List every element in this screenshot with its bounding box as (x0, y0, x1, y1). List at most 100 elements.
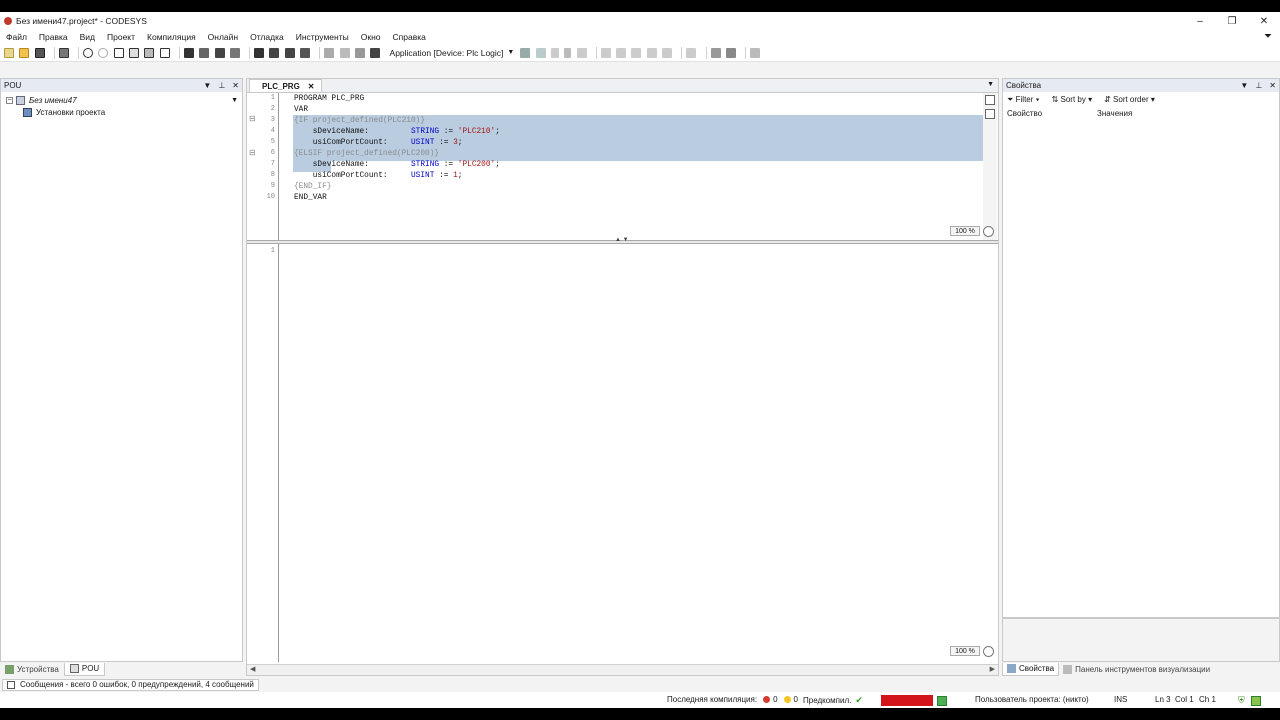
copy-icon[interactable] (129, 47, 140, 58)
tree-item-project-settings[interactable]: Установки проекта (1, 106, 242, 118)
active-application-select[interactable]: Application [Device: Plc Logic] ▼ (390, 48, 515, 58)
bookmark-icon[interactable] (254, 47, 265, 58)
step-over-icon[interactable] (616, 47, 627, 58)
next-bookmark-icon[interactable] (269, 47, 280, 58)
filter-button[interactable]: ⏷ Filter ▾ (1007, 95, 1040, 105)
tab-messages[interactable]: Сообщения - всего 0 ошибок, 0 предупрежд… (2, 678, 259, 691)
logout-icon[interactable] (535, 47, 546, 58)
code-line[interactable]: usiComPortCount: USINT := 1; (294, 171, 463, 182)
close-icon[interactable]: ✕ (308, 82, 315, 91)
rebuild-icon[interactable] (339, 47, 350, 58)
chevron-down-icon[interactable]: ▼ (987, 81, 994, 88)
code-line[interactable]: VAR (294, 105, 308, 116)
prev-bookmark-icon[interactable] (284, 47, 295, 58)
vertical-scrollbar[interactable] (983, 93, 997, 240)
sort-order-button[interactable]: ⇵ Sort order ▾ (1104, 95, 1155, 104)
chevron-down-icon[interactable]: ▼ (231, 97, 238, 104)
new-project-icon[interactable] (4, 47, 14, 58)
zoom-level[interactable]: 100 % (950, 226, 980, 236)
scroll-left-icon[interactable]: ◀ (250, 665, 255, 673)
filter-icon[interactable]: ⏷ (1264, 31, 1272, 42)
code-line[interactable]: {IF project_defined(PLC210)} (294, 116, 425, 127)
start-icon[interactable] (550, 47, 559, 58)
menu-tools[interactable]: Инструменты (296, 32, 349, 42)
open-project-icon[interactable] (19, 47, 30, 58)
collapse-icon[interactable]: − (6, 96, 13, 104)
tab-properties[interactable]: Свойства (1002, 662, 1060, 676)
device-icon[interactable] (370, 47, 381, 58)
reset-icon[interactable] (576, 47, 587, 58)
breakpoint-icon[interactable] (600, 47, 611, 58)
column-header-value[interactable]: Значения (1097, 109, 1132, 118)
editor-options-icon[interactable] (985, 95, 995, 105)
column-header-property[interactable]: Свойство (1007, 109, 1097, 118)
fold-icon[interactable]: ⊟ (249, 114, 256, 123)
code-line[interactable]: {END_IF} (294, 182, 331, 193)
minimize-button[interactable]: – (1184, 12, 1216, 30)
menu-online[interactable]: Онлайн (208, 32, 238, 42)
replace-icon[interactable] (199, 47, 210, 58)
undo-icon[interactable] (83, 47, 94, 58)
menu-window[interactable]: Окно (361, 32, 381, 42)
build-icon[interactable] (324, 47, 335, 58)
step-into-icon[interactable] (631, 47, 642, 58)
pin-icon[interactable]: ⊥ (218, 81, 225, 90)
clean-icon[interactable] (354, 47, 365, 58)
tab-devices[interactable]: Устройства (0, 663, 64, 676)
tab-visualization-toolbox[interactable]: Панель инструментов визуализации (1059, 663, 1214, 676)
zoom-level[interactable]: 100 % (950, 646, 980, 656)
save-icon[interactable] (34, 47, 45, 58)
zoom-icon[interactable] (983, 226, 994, 237)
horizontal-scrollbar[interactable]: ◀ ▶ (247, 664, 998, 675)
code-line[interactable]: usiComPortCount: USINT := 3; (294, 138, 463, 149)
paste-icon[interactable] (144, 47, 155, 58)
menu-file[interactable]: Файл (6, 32, 27, 42)
menu-help[interactable]: Справка (393, 32, 426, 42)
scroll-right-icon[interactable]: ▶ (990, 665, 995, 673)
restore-button[interactable]: ❐ (1216, 12, 1248, 30)
find-in-project-icon[interactable] (214, 47, 225, 58)
find-icon[interactable] (183, 47, 194, 58)
fold-icon[interactable]: ⊟ (249, 148, 256, 157)
code-line[interactable]: sDeviceName: STRING := 'PLC210'; (294, 127, 500, 138)
zoom-icon[interactable] (983, 646, 994, 657)
tab-pou[interactable]: POU (63, 662, 106, 676)
run-to-cursor-icon[interactable] (662, 47, 673, 58)
panel-menu-icon[interactable]: ▼ (1240, 81, 1248, 90)
step-out-icon[interactable] (646, 47, 657, 58)
write-values-icon[interactable] (710, 47, 721, 58)
panel-menu-icon[interactable]: ▼ (203, 81, 211, 90)
unforce-icon[interactable] (750, 47, 761, 58)
close-button[interactable]: ✕ (1248, 12, 1280, 30)
close-icon[interactable]: ✕ (232, 81, 239, 90)
delete-icon[interactable] (159, 47, 170, 58)
implementation-editor[interactable]: 1 100 % (247, 244, 998, 662)
plug-icon[interactable] (1250, 695, 1261, 706)
redo-icon[interactable] (98, 47, 109, 58)
menu-build[interactable]: Компиляция (147, 32, 196, 42)
close-icon[interactable]: ✕ (1269, 81, 1276, 90)
declaration-editor[interactable]: 1 2 3 4 5 6 7 8 9 10 ⊟ ⊟ PROGRAM PLC_PRG… (247, 93, 998, 240)
replace-in-project-icon[interactable] (229, 47, 240, 58)
clear-bookmarks-icon[interactable] (300, 47, 311, 58)
code-line[interactable]: {ELSIF project_defined(PLC200)} (294, 149, 439, 160)
force-values-icon[interactable] (725, 47, 736, 58)
login-icon[interactable] (520, 47, 531, 58)
code-line[interactable]: END_VAR (294, 193, 327, 204)
menu-debug[interactable]: Отладка (250, 32, 284, 42)
stop-icon[interactable] (564, 47, 572, 58)
show-next-statement-icon[interactable] (686, 47, 697, 58)
tab-plc-prg[interactable]: PLC_PRG ✕ (249, 79, 322, 92)
menu-view[interactable]: Вид (80, 32, 95, 42)
splitter-arrows-icon[interactable]: ▲ ▼ (615, 237, 629, 243)
sort-by-button[interactable]: ⇅ Sort by ▾ (1052, 95, 1093, 104)
code-line[interactable]: sDeviceName: STRING := 'PLC200'; (294, 160, 500, 171)
code-line[interactable]: PROGRAM PLC_PRG (294, 94, 364, 105)
menu-edit[interactable]: Правка (39, 32, 68, 42)
pin-icon[interactable]: ⊥ (1255, 81, 1262, 90)
cut-icon[interactable] (113, 47, 124, 58)
tree-item-project[interactable]: − Без имени47 ▼ (1, 94, 242, 106)
print-icon[interactable] (58, 47, 69, 58)
menu-project[interactable]: Проект (107, 32, 135, 42)
scroll-thumb[interactable] (985, 109, 995, 119)
